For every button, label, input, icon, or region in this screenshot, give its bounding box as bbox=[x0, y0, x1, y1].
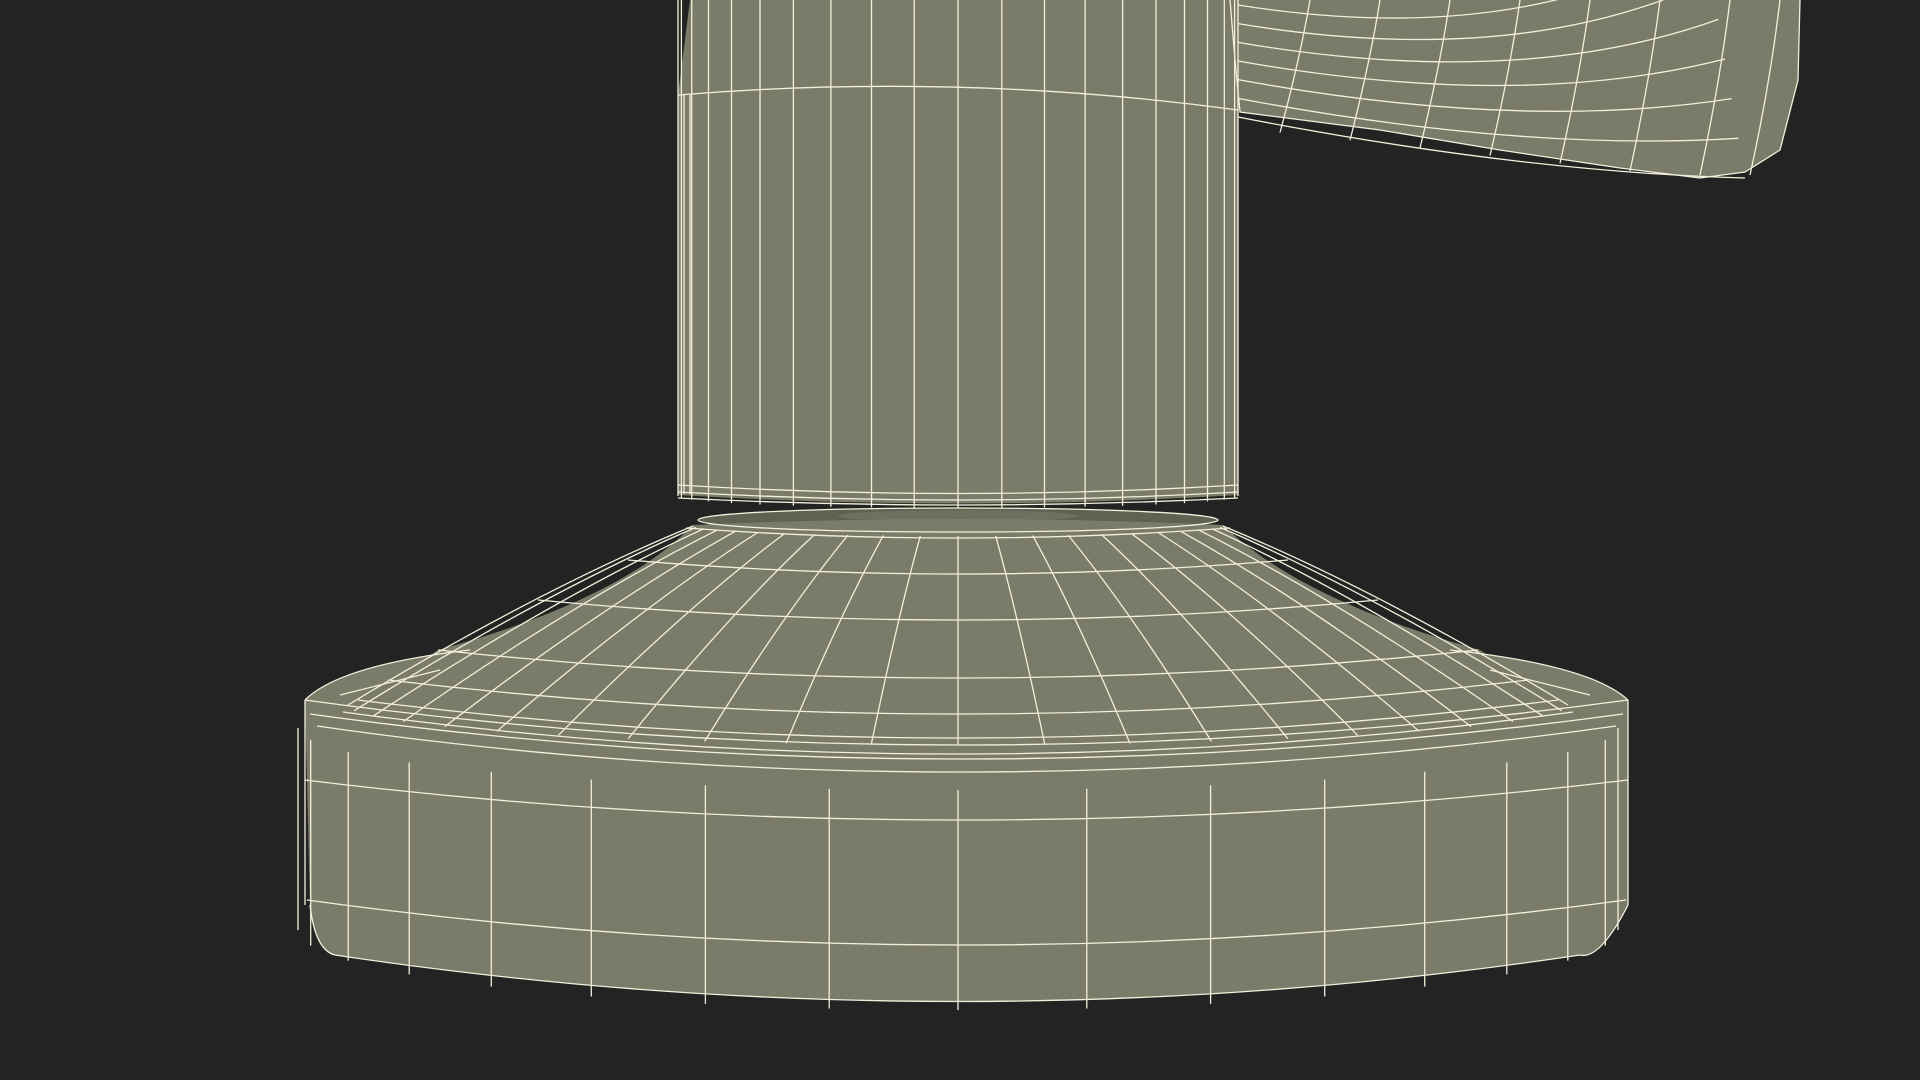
handle-arm bbox=[1230, 0, 1800, 178]
wireframe-model bbox=[297, 0, 1801, 1010]
3d-viewport[interactable] bbox=[0, 0, 1920, 1080]
